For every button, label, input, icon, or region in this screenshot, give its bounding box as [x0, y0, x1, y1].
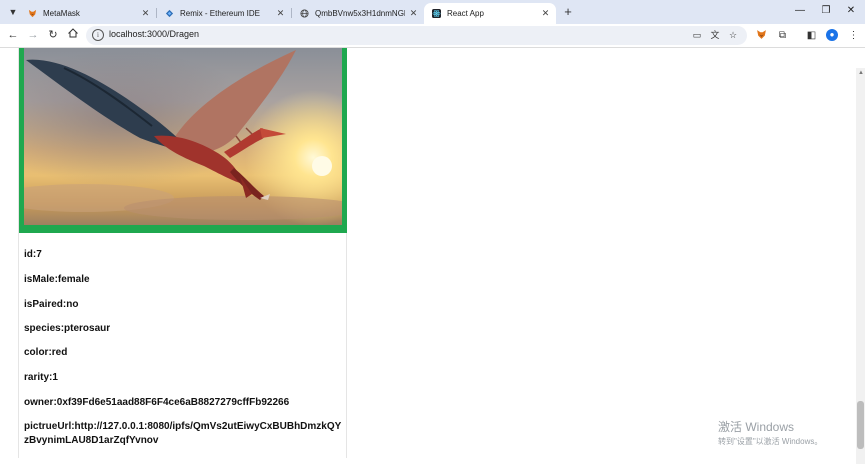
- restore-icon: ❐: [821, 5, 831, 16]
- windows-activation-watermark: 激活 Windows 转到"设置"以激活 Windows。: [718, 418, 822, 447]
- close-icon[interactable]: ✕: [409, 8, 418, 19]
- browser-menu-button[interactable]: ⋮: [847, 29, 860, 42]
- forward-button[interactable]: →: [26, 28, 40, 42]
- close-icon[interactable]: ✕: [141, 8, 150, 19]
- kebab-menu-icon: ⋮: [848, 30, 859, 41]
- fox-icon: [28, 9, 37, 18]
- site-info-icon[interactable]: i: [92, 29, 104, 41]
- dragon-image-art: [0, 48, 364, 225]
- remix-icon: [165, 9, 174, 18]
- reload-button[interactable]: ↻: [46, 28, 60, 42]
- bookmark-star-icon[interactable]: ☆: [727, 29, 739, 41]
- field-color: color:red: [24, 347, 68, 358]
- globe-icon: [300, 9, 309, 18]
- close-icon[interactable]: ✕: [541, 8, 550, 19]
- extensions-button[interactable]: ⧉: [776, 29, 789, 42]
- close-window-button[interactable]: ✕: [842, 3, 860, 19]
- dragon-card: id:7 isMale:female isPaired:no species:p…: [0, 48, 364, 458]
- tab-title: Remix - Ethereum IDE: [180, 9, 261, 18]
- home-button[interactable]: [66, 28, 80, 42]
- close-icon[interactable]: ✕: [276, 8, 285, 19]
- reload-icon: ↻: [48, 29, 58, 41]
- side-panel-button[interactable]: ◧: [805, 29, 818, 42]
- home-icon: [67, 28, 79, 41]
- minimize-button[interactable]: —: [791, 3, 809, 19]
- tab-search-button[interactable]: ▼: [5, 4, 21, 20]
- url-text[interactable]: localhost:3000/Dragen: [109, 29, 199, 39]
- react-icon: [432, 9, 441, 18]
- address-bar[interactable]: i localhost:3000/Dragen ▭ 文 ☆: [86, 26, 747, 45]
- watermark-subtitle: 转到"设置"以激活 Windows。: [718, 437, 823, 446]
- tab-title: React App: [447, 9, 484, 18]
- field-id: id:7: [24, 249, 42, 260]
- browser-toolbar: ← → ↻ i localhost:3000/Dragen ▭ 文 ☆ ⧉ ◧ …: [0, 24, 865, 48]
- arrow-left-icon: ←: [7, 29, 19, 41]
- minimize-icon: —: [795, 5, 805, 16]
- dragon-image: [0, 48, 364, 233]
- tab-strip: ▼ MetaMask ✕ Remix - Ethereum IDE ✕ QmbB…: [0, 0, 865, 24]
- field-species: species:pterosaur: [24, 323, 111, 334]
- back-button[interactable]: ←: [6, 28, 20, 42]
- person-icon: ●: [829, 30, 835, 39]
- field-owner: owner:0xf39Fd6e51aad88F6F4ce6aB8827279cf…: [24, 397, 290, 408]
- restore-button[interactable]: ❐: [817, 3, 835, 19]
- scrollbar-thumb[interactable]: [857, 401, 864, 449]
- field-is-paired: isPaired:no: [24, 299, 79, 310]
- page-viewport: id:7 isMale:female isPaired:no species:p…: [0, 48, 865, 464]
- tab-react-app[interactable]: React App ✕: [424, 3, 556, 24]
- install-app-icon[interactable]: ▭: [691, 29, 703, 41]
- scroll-up-icon[interactable]: ▲: [858, 70, 864, 76]
- watermark-title: 激活 Windows: [718, 420, 795, 434]
- translate-icon[interactable]: 文: [709, 29, 721, 41]
- tab-remix[interactable]: Remix - Ethereum IDE ✕: [157, 3, 291, 24]
- field-picture-url: pictrueUrl:http://127.0.0.1:8080/ipfs/Qm…: [24, 421, 342, 446]
- close-icon: ✕: [846, 5, 856, 16]
- metamask-extension-button[interactable]: [755, 29, 768, 42]
- tab-metamask[interactable]: MetaMask ✕: [20, 3, 156, 24]
- fox-icon: [756, 30, 767, 43]
- side-panel-icon: ◧: [806, 30, 817, 41]
- field-rarity: rarity:1: [24, 372, 58, 383]
- tab-title: QmbBVnw5x3H1dnmNGBCV: [315, 9, 405, 18]
- arrow-right-icon: →: [27, 29, 39, 41]
- chevron-down-icon: ▼: [8, 7, 18, 17]
- new-tab-button[interactable]: +: [561, 4, 575, 20]
- tab-title: MetaMask: [43, 9, 80, 18]
- profile-button[interactable]: ●: [826, 29, 838, 41]
- pterosaur-illustration: [0, 50, 364, 220]
- puzzle-icon: ⧉: [778, 30, 787, 41]
- page-scrollbar[interactable]: ▲: [856, 68, 865, 464]
- plus-icon: +: [564, 4, 572, 19]
- field-is-male: isMale:female: [24, 274, 90, 285]
- tab-ipfs[interactable]: QmbBVnw5x3H1dnmNGBCV ✕: [292, 3, 424, 24]
